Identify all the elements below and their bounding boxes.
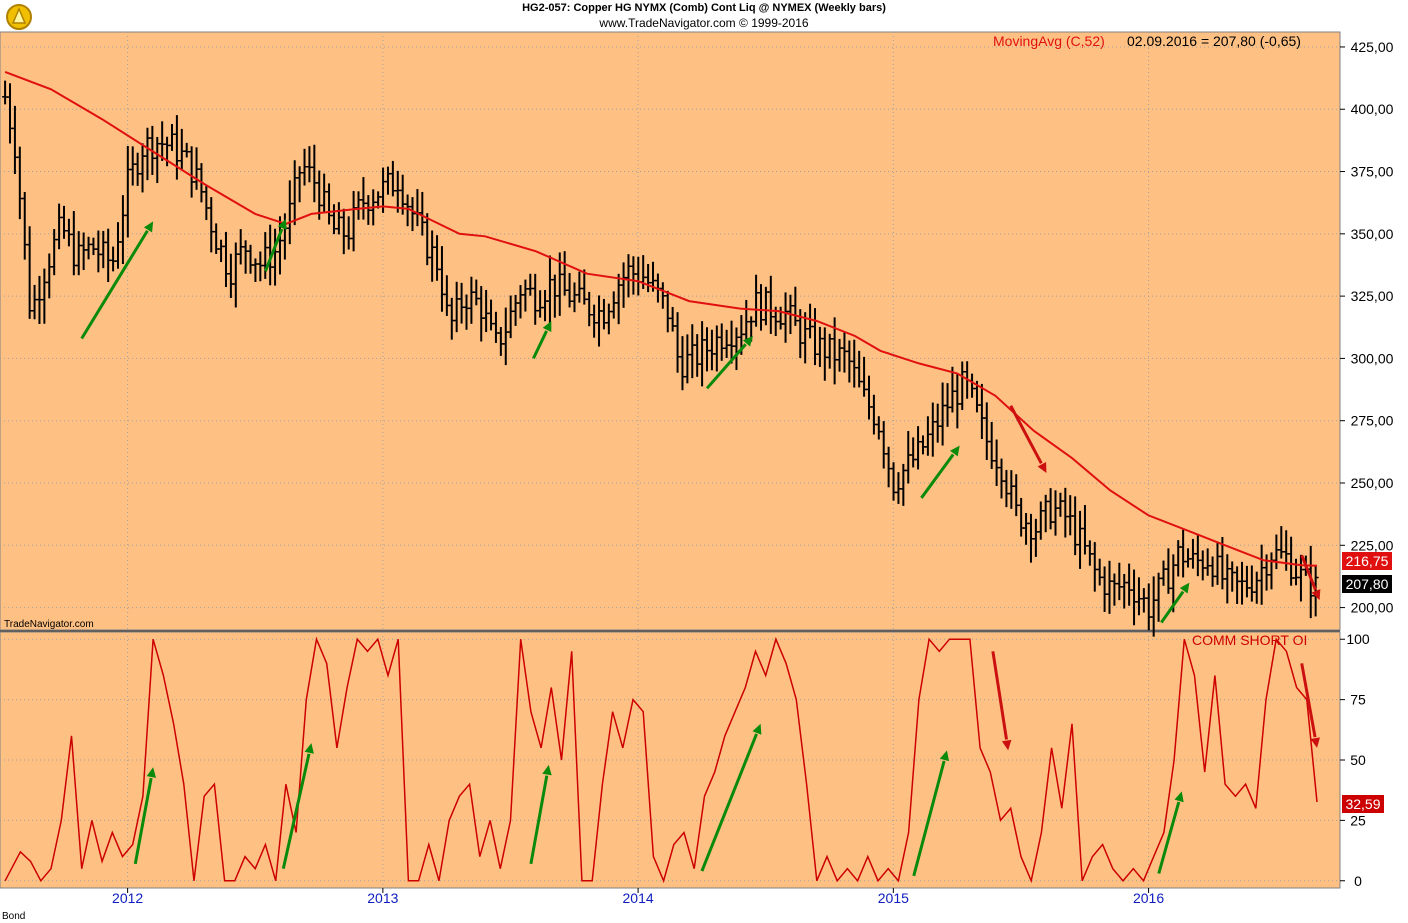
price-tick-label: 400,00 [1351, 101, 1394, 117]
price-tick-label: 250,00 [1351, 475, 1394, 491]
chart-canvas: 200,00 225,00 250,00 275,00 300,00 325,00 350,… [0, 31, 1394, 922]
ma-last-value: 216,75 [1346, 553, 1389, 569]
close-last-value: 207,80 [1346, 576, 1389, 592]
ma-legend-label: MovingAvg (C,52) [993, 33, 1105, 49]
oscillator-tick-label: 0 [1354, 873, 1362, 889]
x-tick-label: 2013 [367, 890, 398, 906]
oi-last-value: 32,59 [1345, 796, 1380, 812]
price-panel [0, 31, 1341, 631]
x-tick-label: 2014 [623, 890, 654, 906]
price-y-axis: 200,00 225,00 250,00 275,00 300,00 325,00 350,… [1340, 39, 1394, 616]
oscillator-tick-label: 25 [1350, 812, 1366, 828]
oscillator-tick-label: 50 [1350, 752, 1366, 768]
oscillator-tick-label: 75 [1350, 692, 1366, 708]
price-tick-label: 275,00 [1351, 413, 1394, 429]
oscillator-tick-label: 100 [1346, 631, 1370, 647]
price-tick-label: 425,00 [1351, 39, 1394, 55]
x-tick-label: 2015 [878, 890, 909, 906]
price-tick-label: 375,00 [1351, 164, 1394, 180]
price-tick-label: 300,00 [1351, 350, 1394, 366]
price-tick-label: 325,00 [1351, 288, 1394, 304]
price-tick-label: 200,00 [1351, 600, 1394, 616]
ma-legend-value: 02.09.2016 = 207,80 (-0,65) [1127, 33, 1301, 49]
price-tick-label: 225,00 [1351, 537, 1394, 553]
x-tick-label: 2012 [112, 890, 143, 906]
oscillator-y-axis: 0 25 50 75 100 [1340, 631, 1370, 889]
x-tick-label: 2016 [1133, 890, 1164, 906]
watermark: TradeNavigator.com [4, 619, 94, 630]
price-tick-label: 350,00 [1351, 226, 1394, 242]
footer-label: Bond [2, 911, 25, 922]
date-x-axis: 2012 2013 2014 2015 2016 [112, 888, 1164, 906]
oi-legend-label: COMM SHORT OI [1192, 632, 1307, 648]
